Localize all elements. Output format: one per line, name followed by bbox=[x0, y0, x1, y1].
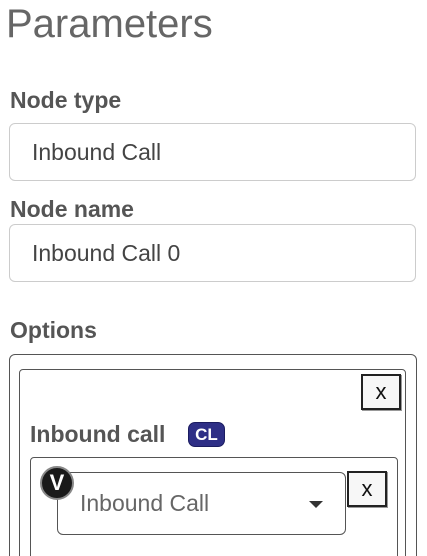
caret-down-icon bbox=[309, 501, 323, 508]
node-name-label: Node name bbox=[10, 196, 134, 222]
inbound-call-label: Inbound call bbox=[30, 421, 166, 447]
page-title: Parameters bbox=[6, 2, 213, 46]
select-value: Inbound Call bbox=[80, 490, 210, 516]
v-badge-icon: V bbox=[40, 466, 74, 500]
cl-badge: CL bbox=[188, 422, 225, 447]
inbound-call-select[interactable]: Inbound Call bbox=[57, 472, 346, 535]
node-type-field[interactable]: Inbound Call bbox=[9, 123, 416, 181]
node-name-field[interactable]: Inbound Call 0 bbox=[9, 224, 416, 282]
options-label: Options bbox=[10, 317, 97, 343]
remove-option-button[interactable]: x bbox=[361, 374, 401, 410]
remove-value-button[interactable]: x bbox=[347, 471, 387, 507]
parameters-panel: Parameters Node type Inbound Call Node n… bbox=[0, 0, 427, 556]
node-type-label: Node type bbox=[10, 87, 122, 113]
